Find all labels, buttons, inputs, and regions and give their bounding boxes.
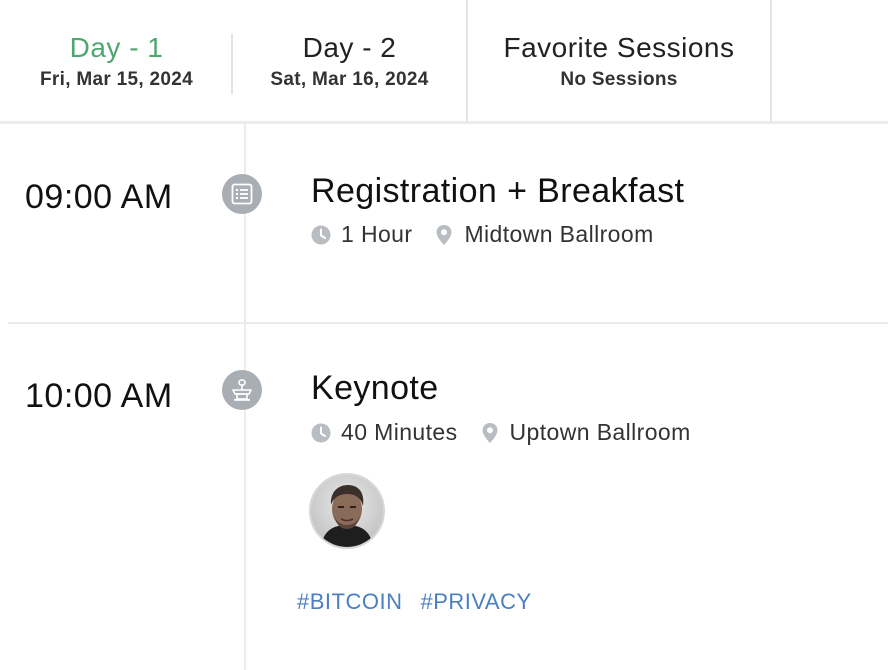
session-time: 10:00 AM <box>25 377 173 415</box>
day-tabs: Day - 1 Fri, Mar 15, 2024 Day - 2 Sat, M… <box>0 0 888 124</box>
session-duration: 40 Minutes <box>341 419 458 445</box>
session-meta: 1 Hour Midtown Ballroom <box>311 221 654 248</box>
session-duration: 1 Hour <box>341 221 413 247</box>
list-icon <box>222 174 262 214</box>
session-row: 09:00 AM Registration + Breakfast 1 Hour <box>0 124 888 324</box>
tab-title: Day - 2 <box>302 31 397 63</box>
tab-day-2[interactable]: Day - 2 Sat, Mar 16, 2024 <box>233 0 466 121</box>
tag-privacy[interactable]: #PRIVACY <box>420 589 531 615</box>
session-row: 10:00 AM Keynote 40 Minutes Uptown Ballr… <box>0 323 888 670</box>
tab-title: Favorite Sessions <box>503 31 735 63</box>
speaker-avatar[interactable] <box>309 473 385 549</box>
session-location: Uptown Ballroom <box>509 419 691 445</box>
location-pin-icon <box>480 422 500 443</box>
tab-subtitle: Fri, Mar 15, 2024 <box>40 68 193 90</box>
clock-icon <box>311 225 331 245</box>
session-meta: 40 Minutes Uptown Ballroom <box>311 419 691 446</box>
session-location: Midtown Ballroom <box>464 221 654 247</box>
tab-subtitle: No Sessions <box>560 68 678 90</box>
session-time: 09:00 AM <box>25 178 173 216</box>
clock-icon <box>311 423 331 443</box>
tab-favorite-sessions[interactable]: Favorite Sessions No Sessions <box>466 0 772 121</box>
tab-subtitle: Sat, Mar 16, 2024 <box>270 68 429 90</box>
tab-title: Day - 1 <box>69 31 164 63</box>
tab-day-1[interactable]: Day - 1 Fri, Mar 15, 2024 <box>0 0 233 121</box>
session-tags: #BITCOIN #PRIVACY <box>297 589 550 615</box>
session-title[interactable]: Registration + Breakfast <box>311 172 684 211</box>
session-title[interactable]: Keynote <box>311 369 439 408</box>
location-pin-icon <box>434 224 454 245</box>
tag-bitcoin[interactable]: #BITCOIN <box>297 589 402 615</box>
podium-icon <box>222 370 262 410</box>
schedule-list: 09:00 AM Registration + Breakfast 1 Hour <box>0 124 888 670</box>
